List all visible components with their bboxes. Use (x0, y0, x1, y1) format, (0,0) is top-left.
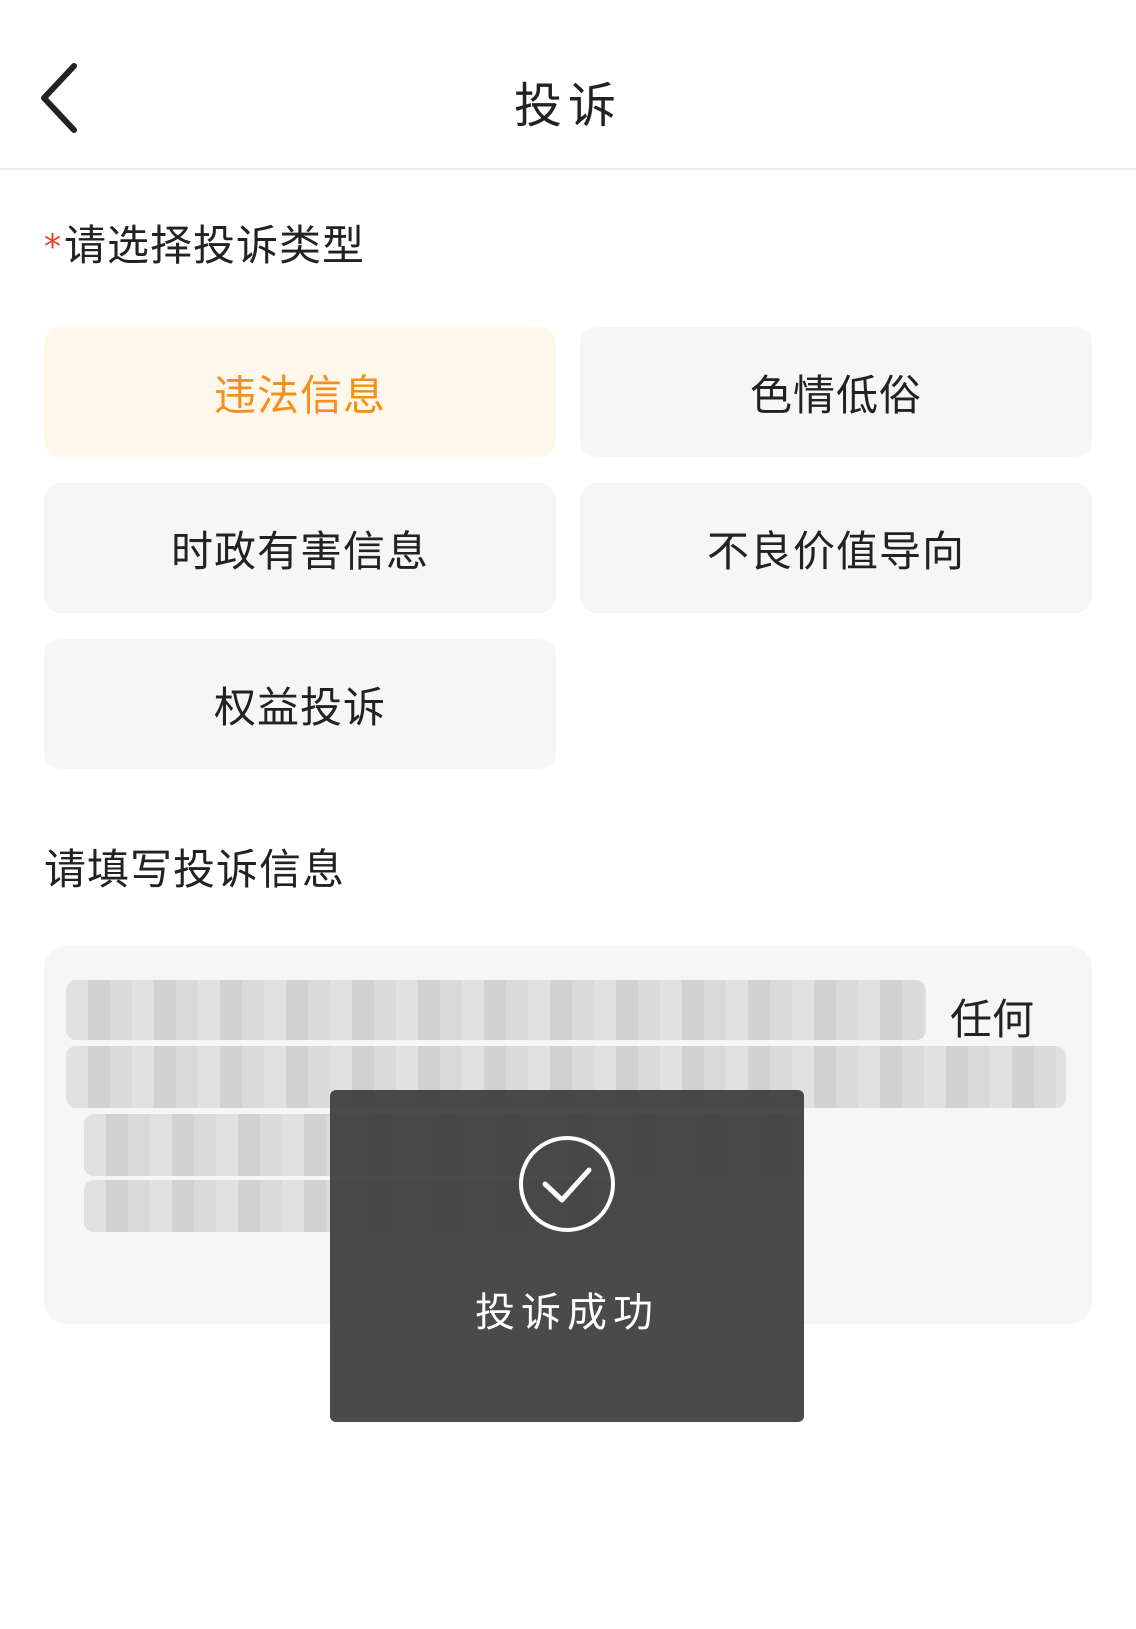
type-option-illegal-info[interactable]: 违法信息 (44, 327, 556, 457)
header-bar: 投诉 (0, 0, 1136, 170)
type-option-bad-values[interactable]: 不良价值导向 (580, 483, 1092, 613)
complaint-info-text-visible: 任何 (949, 995, 1034, 1044)
toast-message: 投诉成功 (475, 1290, 659, 1336)
type-option-harmful-political-info[interactable]: 时政有害信息 (44, 483, 556, 613)
success-toast: 投诉成功 (330, 1090, 804, 1422)
type-option-pornographic-vulgar[interactable]: 色情低俗 (580, 327, 1092, 457)
required-marker: * (44, 227, 62, 267)
check-circle-icon (519, 1136, 615, 1232)
type-option-rights-complaint[interactable]: 权益投诉 (44, 639, 556, 769)
complaint-type-heading: *请选择投诉类型 (44, 212, 365, 273)
page-title: 投诉 (513, 78, 622, 134)
complaint-info-title: 请填写投诉信息 (44, 845, 346, 894)
complaint-type-title: 请选择投诉类型 (64, 221, 366, 270)
redacted-text (66, 980, 926, 1040)
